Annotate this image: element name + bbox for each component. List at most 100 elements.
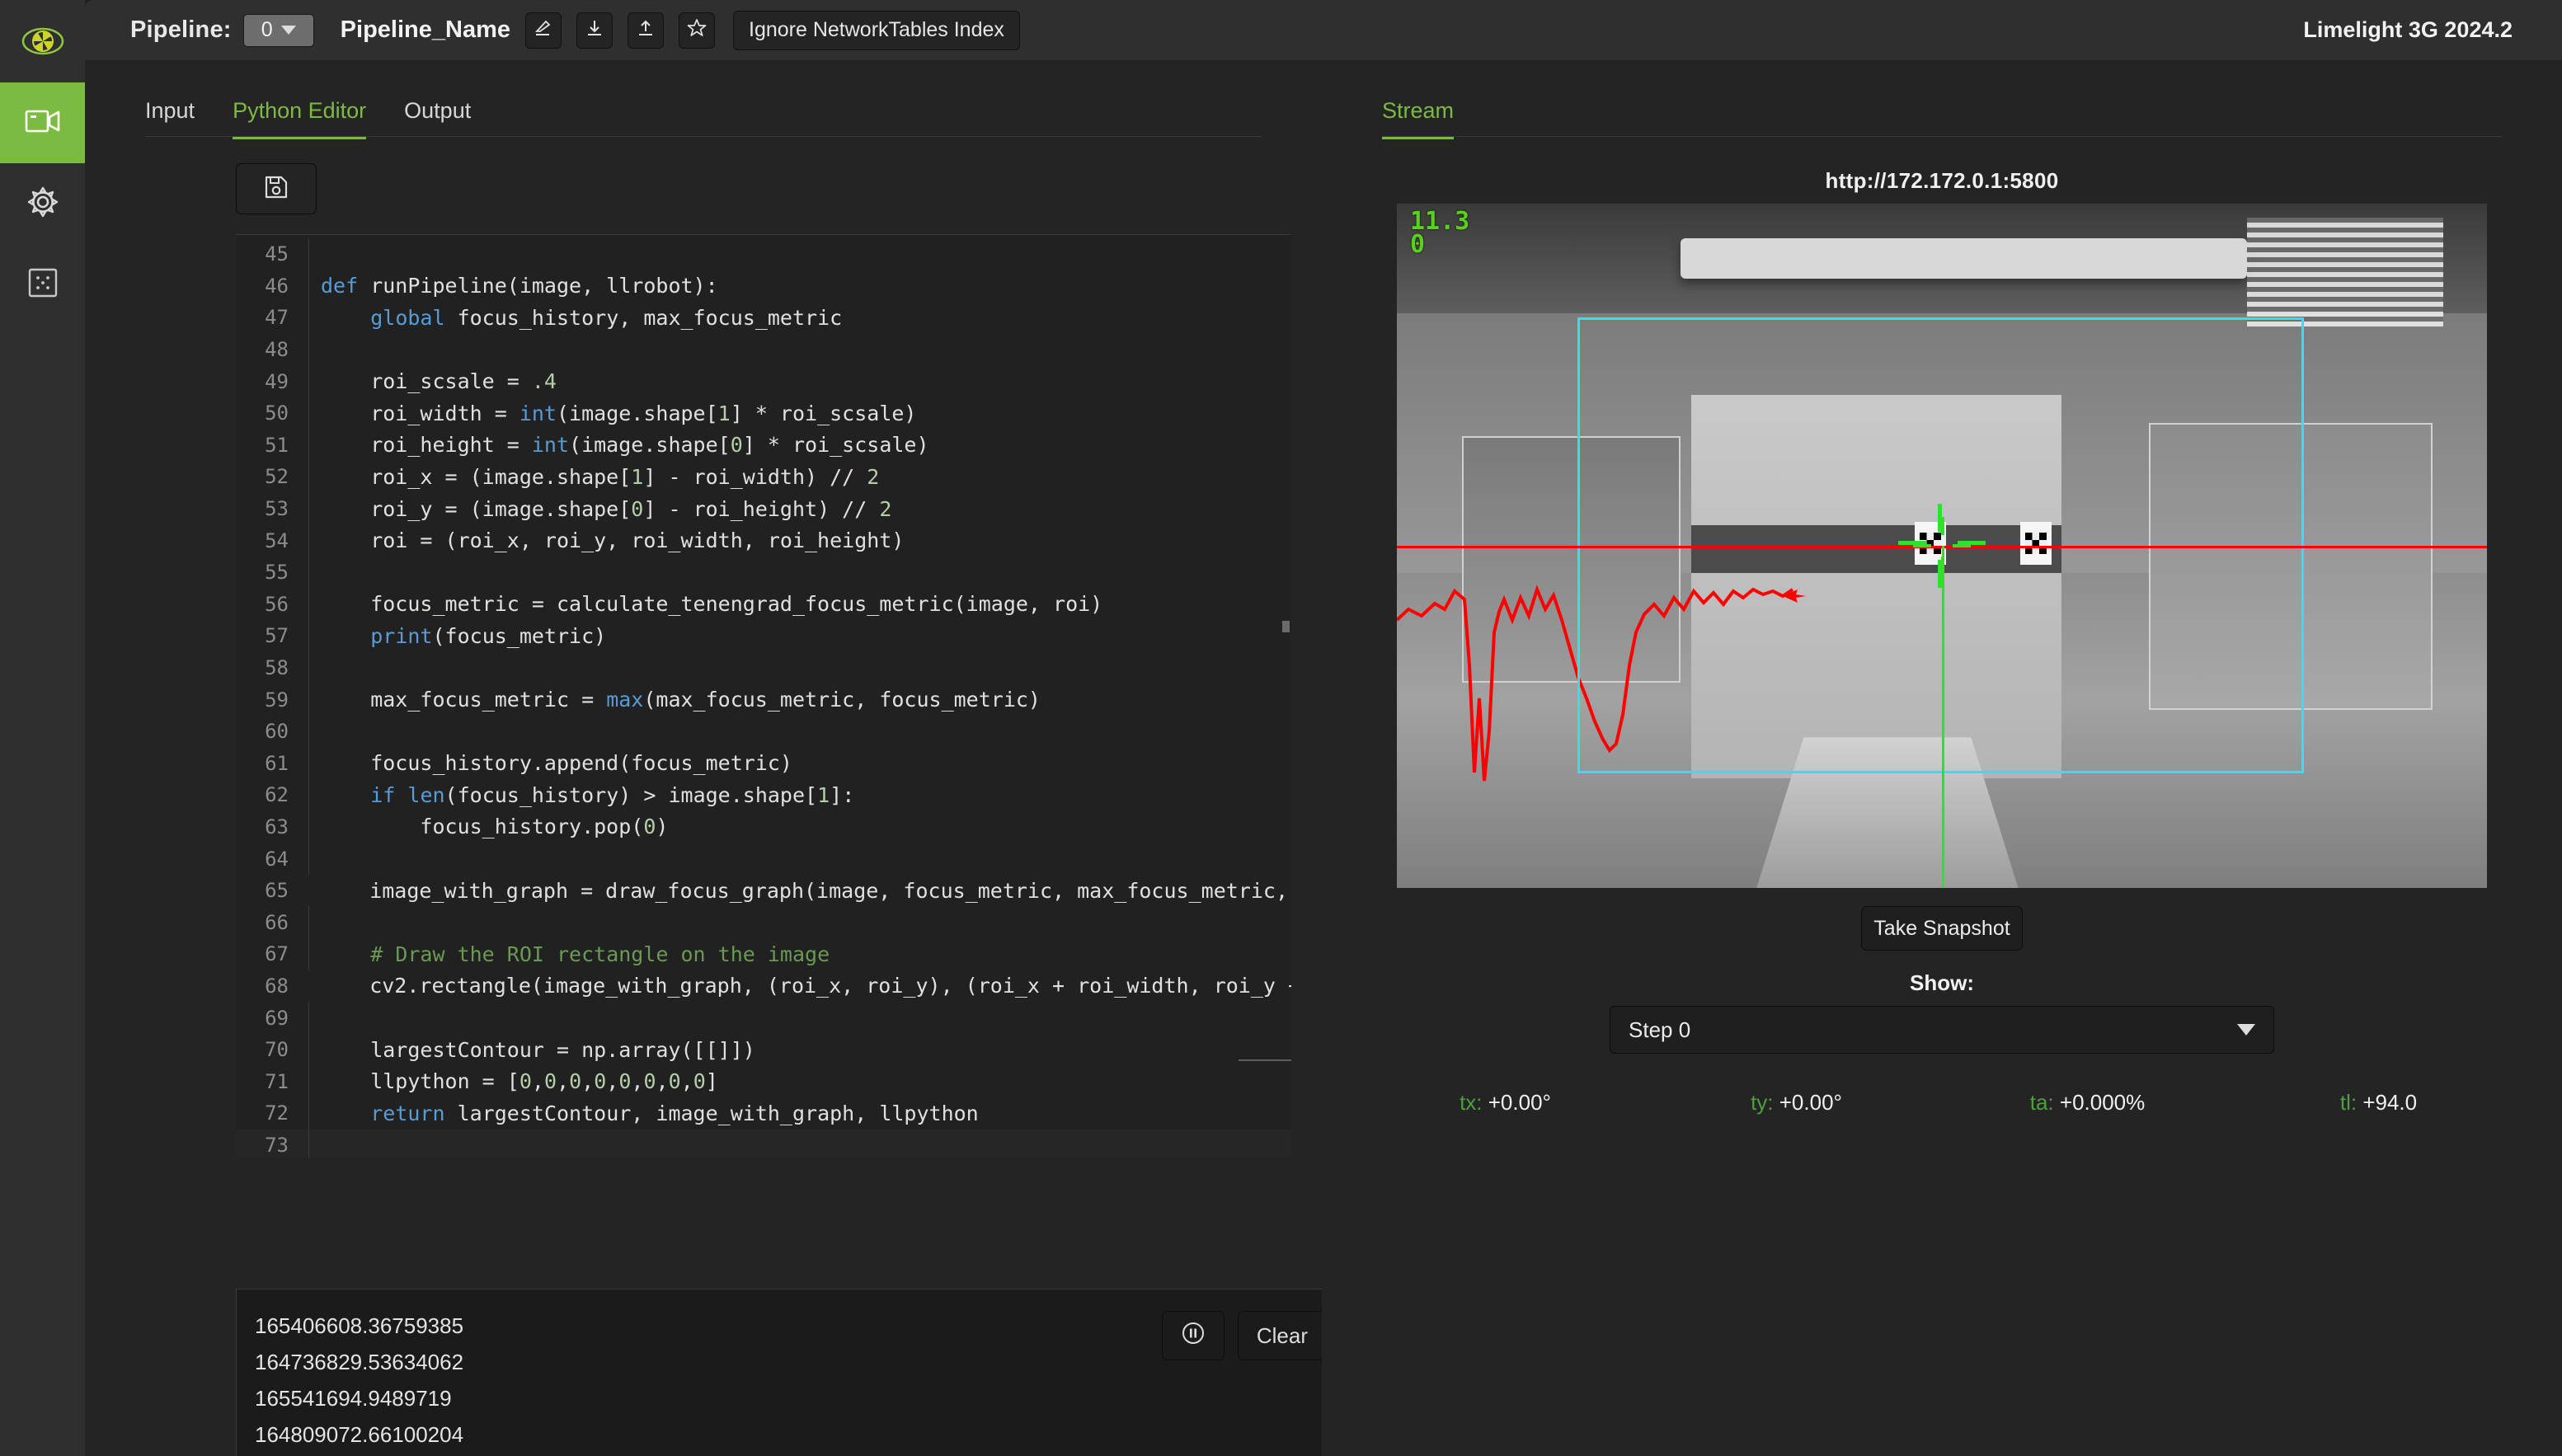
- indent-guide: [308, 906, 309, 939]
- edit-pipeline-button[interactable]: [525, 12, 562, 49]
- code-line-number: 62: [265, 783, 289, 807]
- editor-scrollbar[interactable]: [1280, 235, 1291, 1158]
- code-line-number: 49: [265, 369, 289, 393]
- indent-guide: [308, 238, 309, 270]
- code-line-text: focus_metric = calculate_tenengrad_focus…: [321, 592, 1103, 617]
- code-line-number: 51: [265, 433, 289, 457]
- indent-guide: [308, 843, 309, 875]
- code-line[interactable]: 55: [236, 556, 1291, 589]
- code-line[interactable]: 60: [236, 715, 1291, 748]
- code-line[interactable]: 56 focus_metric = calculate_tenengrad_fo…: [236, 588, 1291, 621]
- code-line-number: 69: [265, 1006, 289, 1030]
- grid-dots-icon: [27, 267, 59, 303]
- tab-python-editor[interactable]: Python Editor: [233, 98, 367, 139]
- code-line[interactable]: 47 global focus_history, max_focus_metri…: [236, 302, 1291, 334]
- clear-console-button[interactable]: Clear: [1237, 1311, 1327, 1360]
- show-label: Show:: [1910, 970, 1974, 995]
- upload-pipeline-button[interactable]: [628, 12, 664, 49]
- code-line[interactable]: 54 roi = (roi_x, roi_y, roi_width, roi_h…: [236, 524, 1291, 557]
- code-line-number: 58: [265, 656, 289, 680]
- telemetry-ta-value: +0.000%: [2059, 1090, 2146, 1115]
- take-snapshot-button[interactable]: Take Snapshot: [1861, 906, 2023, 951]
- ignore-networktables-index-button[interactable]: Ignore NetworkTables Index: [733, 10, 1020, 50]
- tab-input[interactable]: Input: [145, 98, 195, 139]
- code-line-text: return largestContour, image_with_graph,…: [370, 1101, 979, 1125]
- code-line[interactable]: 45: [236, 238, 1291, 270]
- code-line[interactable]: 70 largestContour = np.array([[]]): [236, 1033, 1291, 1066]
- code-line-text: # Draw the ROI rectangle on the image: [370, 942, 830, 966]
- code-line[interactable]: 69: [236, 1002, 1291, 1034]
- download-pipeline-button[interactable]: [576, 12, 613, 49]
- code-line-number: 54: [265, 528, 289, 552]
- code-line[interactable]: 57 print(focus_metric): [236, 620, 1291, 652]
- pipeline-select[interactable]: 0: [242, 13, 314, 47]
- indent-guide: [308, 651, 309, 684]
- download-icon: [585, 18, 604, 42]
- tab-stream[interactable]: Stream: [1382, 98, 1455, 139]
- code-line[interactable]: 46 def runPipeline(image, llrobot):: [236, 270, 1291, 303]
- code-line[interactable]: 65 image_with_graph = draw_focus_graph(i…: [236, 875, 1291, 907]
- code-line-text: if len(focus_history) > image.shape[1]:: [370, 782, 855, 807]
- code-line[interactable]: 53 roi_y = (image.shape[0] - roi_height)…: [236, 492, 1291, 525]
- code-line[interactable]: 63 focus_history.pop(0): [236, 810, 1291, 843]
- telemetry-tx: tx: +0.00°: [1360, 1090, 1651, 1115]
- code-line-number: 65: [265, 879, 289, 903]
- device-title: Limelight 3G 2024.2: [2303, 17, 2513, 42]
- code-line[interactable]: 58: [236, 651, 1291, 684]
- sidebar-item-grid[interactable]: [0, 244, 85, 325]
- code-line[interactable]: 71 llpython = [0,0,0,0,0,0,0,0]: [236, 1065, 1291, 1098]
- code-line-number: 57: [265, 624, 289, 648]
- console-line: 165536568.25414172: [255, 1453, 1378, 1456]
- code-line[interactable]: 68 cv2.rectangle(image_with_graph, (roi_…: [236, 970, 1291, 1003]
- pipeline-select-value: 0: [261, 18, 273, 41]
- code-line[interactable]: 51 roi_height = int(image.shape[0] * roi…: [236, 429, 1291, 462]
- stream-url: http://172.172.0.1:5800: [1825, 168, 2059, 193]
- python-code-editor[interactable]: 45 46 def runPipeline(image, llrobot): 47 g…: [236, 234, 1291, 1158]
- code-line-text: roi = (roi_x, roi_y, roi_width, roi_heig…: [321, 528, 905, 553]
- indent-guide: [308, 556, 309, 589]
- tab-output[interactable]: Output: [404, 98, 471, 139]
- code-line-text: global focus_history, max_focus_metric: [370, 305, 843, 330]
- stream-tabs-divider: [1382, 136, 2502, 137]
- code-line-number: 63: [265, 815, 289, 838]
- favorite-pipeline-button[interactable]: [679, 12, 715, 49]
- left-panel: Input Python Editor Output 45 46 def runPi…: [85, 60, 1379, 1456]
- code-line-number: 55: [265, 561, 289, 585]
- code-line-text: roi_height = int(image.shape[0] * roi_sc…: [321, 433, 929, 458]
- code-line-number: 47: [265, 306, 289, 330]
- code-line[interactable]: 64: [236, 843, 1291, 875]
- pause-console-button[interactable]: [1161, 1311, 1225, 1360]
- code-line[interactable]: 73: [236, 1129, 1291, 1158]
- camera-stream[interactable]: 11.3 0: [1397, 204, 2487, 888]
- sidebar-item-camera[interactable]: [0, 82, 85, 163]
- code-line-text: image_with_graph = draw_focus_graph(imag…: [320, 878, 1291, 903]
- save-script-button[interactable]: [236, 163, 317, 214]
- code-line[interactable]: 59 max_focus_metric = max(max_focus_metr…: [236, 683, 1291, 716]
- telemetry-ty: ty: +0.00°: [1651, 1090, 1942, 1115]
- code-line[interactable]: 67 # Draw the ROI rectangle on the image: [236, 938, 1291, 970]
- indent-guide: [308, 1002, 309, 1034]
- pause-circle-icon: [1181, 1321, 1206, 1351]
- code-line[interactable]: 61 focus_history.append(focus_metric): [236, 747, 1291, 780]
- telemetry-row: tx: +0.00° ty: +0.00° ta: +0.000% tl: +9…: [1322, 1090, 2562, 1115]
- code-line-number: 48: [265, 338, 289, 362]
- code-line-number: 64: [265, 847, 289, 871]
- code-line[interactable]: 62 if len(focus_history) > image.shape[1…: [236, 779, 1291, 811]
- code-line[interactable]: 49 roi_scsale = .4: [236, 365, 1291, 397]
- gear-icon: [26, 186, 59, 223]
- code-line[interactable]: 52 roi_x = (image.shape[1] - roi_width) …: [236, 461, 1291, 493]
- code-line[interactable]: 66: [236, 906, 1291, 939]
- code-line-number: 59: [265, 688, 289, 712]
- telemetry-tl-value: +94.0: [2362, 1090, 2418, 1115]
- code-line-number: 68: [265, 974, 289, 998]
- code-line[interactable]: 50 roi_width = int(image.shape[1] * roi_…: [236, 397, 1291, 430]
- code-line[interactable]: 48: [236, 333, 1291, 366]
- limelight-app: Pipeline: 0 Pipeline_Name Ignore Network…: [0, 0, 2562, 1456]
- code-line-text: focus_history.pop(0): [321, 815, 669, 839]
- show-select[interactable]: Step 0: [1610, 1006, 2274, 1054]
- code-line[interactable]: 72 return largestContour, image_with_gra…: [236, 1097, 1291, 1130]
- code-line-text: def runPipeline(image, llrobot):: [321, 274, 718, 298]
- sidebar-item-settings[interactable]: [0, 163, 85, 244]
- crosshair-vertical-line: [1942, 546, 1944, 888]
- console-buttons: Clear: [1161, 1311, 1327, 1360]
